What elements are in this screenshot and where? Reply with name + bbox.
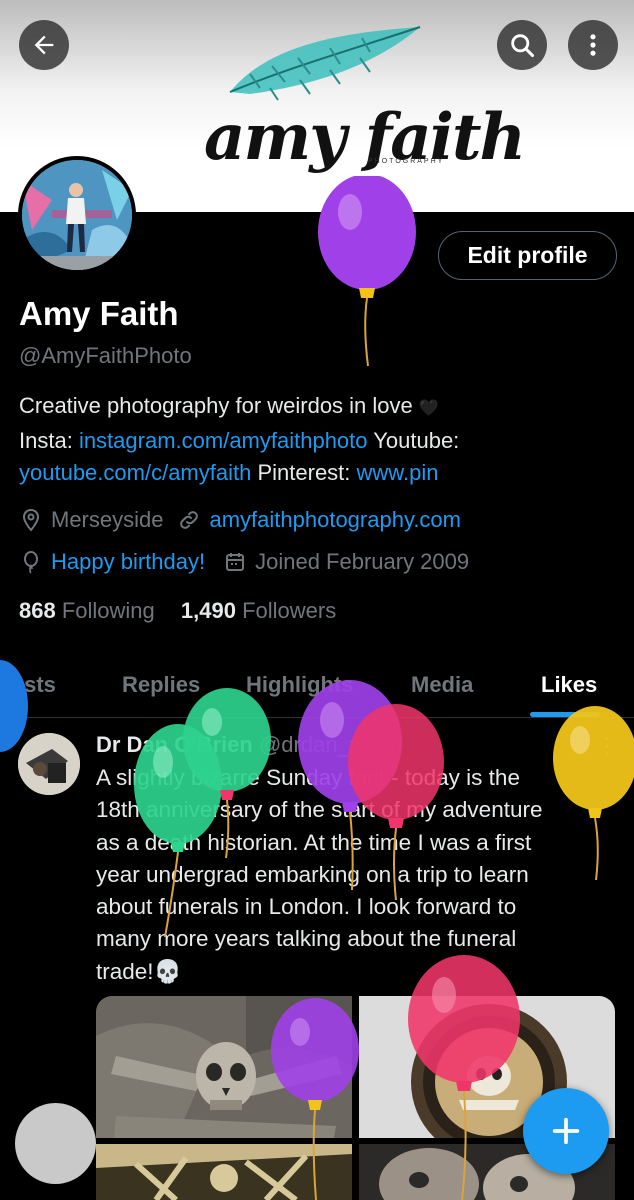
tab-replies[interactable]: Replies: [122, 672, 200, 698]
instagram-link[interactable]: instagram.com/amyfaithphoto: [79, 428, 368, 453]
profile-tabs: Posts Replies Highlights Media Likes: [0, 660, 634, 718]
black-heart-icon: 🖤: [418, 400, 439, 417]
tab-likes[interactable]: Likes: [541, 672, 597, 698]
profile-bio: Creative photography for weirdos in love…: [19, 390, 619, 489]
pinterest-link[interactable]: www.pin: [357, 460, 439, 485]
tab-highlights[interactable]: Highlights: [246, 672, 354, 698]
logo-text: amy faith: [204, 100, 526, 175]
profile-meta-row-1: Merseyside amyfaithphotography.com: [19, 507, 461, 533]
compose-fab[interactable]: [523, 1088, 609, 1174]
search-button[interactable]: [497, 20, 547, 70]
website-link[interactable]: amyfaithphotography.com: [209, 507, 461, 533]
insta-label: Insta:: [19, 428, 73, 453]
bio-line-1: Creative photography for weirdos in love…: [19, 390, 619, 425]
tweet-author-avatar[interactable]: [18, 733, 80, 795]
following-count: 868: [19, 598, 56, 623]
tweet-line: trade!💀: [96, 958, 182, 984]
profile-handle: @AmyFaithPhoto: [19, 343, 192, 368]
bio-line-3: youtube.com/c/amyfaith Pinterest: www.pi…: [19, 457, 619, 489]
media-image-1[interactable]: [96, 996, 352, 1138]
balloon-icon: [19, 550, 43, 574]
birthday-link[interactable]: Happy birthday!: [51, 549, 205, 575]
tweet-line: 18th anniversary of the start of my adve…: [96, 797, 543, 823]
tweet-more-icon[interactable]: ⋮: [596, 733, 618, 759]
following-link[interactable]: 868 Following: [19, 598, 155, 623]
tab-posts[interactable]: Posts: [0, 672, 56, 698]
youtube-link[interactable]: youtube.com/c/amyfaith: [19, 460, 251, 485]
youtube-label: Youtube:: [373, 428, 460, 453]
bio-text: Creative photography for weirdos in love: [19, 393, 413, 418]
followers-label: Followers: [242, 598, 337, 623]
edit-profile-button[interactable]: Edit profile: [438, 231, 617, 280]
following-label: Following: [61, 598, 155, 623]
tweet-text: A slightly bizarre Sunday fact - today i…: [96, 762, 616, 988]
bio-line-2: Insta: instagram.com/amyfaithphoto Youtu…: [19, 425, 619, 457]
tweet-line: about funerals in London. I look forward…: [96, 894, 517, 920]
tweet-line: A slightly bizarre Sunday fact - today i…: [96, 765, 520, 790]
floating-bubble[interactable]: [15, 1103, 96, 1184]
follow-counts: 868 Following 1,490 Followers: [19, 598, 336, 624]
active-tab-indicator: [530, 712, 600, 717]
followers-count: 1,490: [180, 598, 236, 623]
location-icon: [19, 508, 43, 532]
search-icon: [511, 34, 535, 58]
profile-meta-row-2: Happy birthday! Joined February 2009: [19, 549, 469, 575]
author-photo: [18, 733, 80, 795]
author-handle: @drdan_world: [258, 732, 403, 757]
arrow-left-icon: [34, 35, 54, 55]
more-vertical-icon: [590, 34, 596, 56]
back-button[interactable]: [19, 20, 69, 70]
profile-avatar[interactable]: [18, 156, 136, 274]
tweet-line: many more years talking about the funera…: [96, 926, 517, 952]
tweet-line: as a death historian. At the time I was …: [96, 829, 532, 855]
profile-name: Amy Faith: [19, 295, 179, 332]
feather-icon: [229, 26, 421, 101]
tweet-line: year undergrad embarking on a trip to le…: [96, 861, 529, 887]
tweet-author[interactable]: Dr Dan O'Brien @drdan_world: [96, 732, 402, 758]
author-display-name: Dr Dan O'Brien: [96, 732, 253, 757]
link-icon: [177, 508, 201, 532]
avatar-photo: [22, 160, 132, 270]
joined-text: Joined February 2009: [255, 549, 470, 574]
amy-faith-logo: amy faith PHOTOGRAPHY: [190, 22, 526, 182]
calendar-icon: [223, 550, 247, 574]
media-image-3[interactable]: [96, 1144, 352, 1200]
location-text: Merseyside: [51, 507, 164, 532]
logo-subtext: PHOTOGRAPHY: [368, 158, 445, 165]
plus-icon: [552, 1117, 580, 1145]
followers-link[interactable]: 1,490 Followers: [181, 598, 336, 623]
pinterest-label: Pinterest:: [257, 460, 351, 485]
more-options-button[interactable]: [568, 20, 618, 70]
tab-media[interactable]: Media: [411, 672, 473, 698]
